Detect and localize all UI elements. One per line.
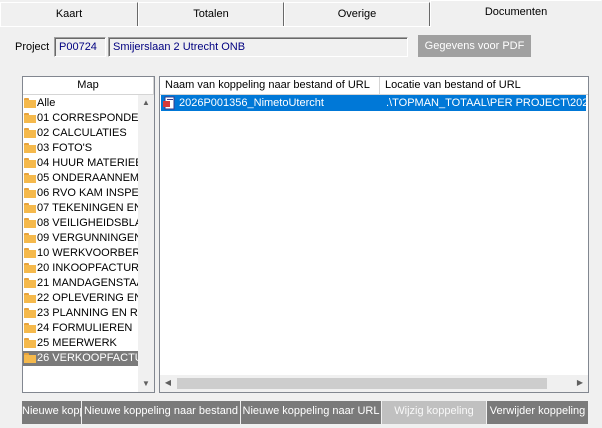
folder-icon xyxy=(24,233,36,243)
folder-label: 22 OPLEVERING EN GARANTIE xyxy=(37,292,139,304)
table-row[interactable]: 2026P001356_NimetoUtercht .\TOPMAN_TOTAA… xyxy=(161,95,586,111)
folder-item[interactable]: 04 HUUR MATERIEEL xyxy=(23,156,139,171)
edit-link-button[interactable]: Wijzig koppeling xyxy=(382,401,487,424)
folder-icon xyxy=(24,278,36,288)
project-name-field[interactable]: Smijerslaan 2 Utrecht ONB xyxy=(108,37,408,57)
folder-icon xyxy=(24,188,36,198)
scroll-thumb[interactable] xyxy=(177,378,547,389)
folder-icon xyxy=(24,203,36,213)
folder-item[interactable]: 10 WERKVOORBEREIDING xyxy=(23,246,139,261)
new-file-link-button[interactable]: Nieuwe koppeling naar bestand xyxy=(82,401,241,424)
folder-list: Alle 01 CORRESPONDENTIE 02 CALCULATIES 03 F… xyxy=(23,96,139,392)
folder-item[interactable]: 26 VERKOOPFACTUREN xyxy=(23,351,139,366)
folder-item[interactable]: 06 RVO KAM INSPECTIE xyxy=(23,186,139,201)
tab-overige-label: Overige xyxy=(337,8,377,20)
folder-label: 23 PLANNING EN ROUTE xyxy=(37,307,139,319)
folder-icon xyxy=(24,173,36,183)
document-link-icon xyxy=(163,96,175,110)
tab-totalen-label: Totalen xyxy=(193,8,229,20)
new-url-link-button[interactable]: Nieuwe koppeling naar URL xyxy=(241,401,382,424)
folder-icon xyxy=(24,128,36,138)
folder-label: Alle xyxy=(37,97,56,109)
scroll-down-icon[interactable]: ▼ xyxy=(138,376,154,392)
folder-item[interactable]: 05 ONDERAANNEMERS xyxy=(23,171,139,186)
tab-totalen[interactable]: Totalen xyxy=(138,2,284,26)
folder-label: 07 TEKENINGEN EN BESTEK xyxy=(37,202,139,214)
folder-item[interactable]: 07 TEKENINGEN EN BESTEK xyxy=(23,201,139,216)
folder-label: 01 CORRESPONDENTIE xyxy=(37,112,139,124)
folder-icon xyxy=(24,98,36,108)
folder-icon xyxy=(24,218,36,228)
name-column-header[interactable]: Naam van koppeling naar bestand of URL xyxy=(160,77,380,95)
tab-documenten[interactable]: Documenten xyxy=(430,0,602,27)
folder-icon xyxy=(24,113,36,123)
new-link-button[interactable]: Nieuwe koppeling xyxy=(22,401,82,424)
folder-label: 05 ONDERAANNEMERS xyxy=(37,172,139,184)
folder-icon xyxy=(24,323,36,333)
folder-item[interactable]: 20 INKOOPFACTUREN xyxy=(23,261,139,276)
document-name-cell: 2026P001356_NimetoUtercht xyxy=(179,97,324,109)
folder-item[interactable]: 01 CORRESPONDENTIE xyxy=(23,111,139,126)
tab-strip: Kaart Totalen Overige Documenten xyxy=(0,0,602,27)
folder-item[interactable]: 08 VEILIGHEIDSBLADEN xyxy=(23,216,139,231)
project-label: Project xyxy=(15,41,50,53)
scroll-right-icon[interactable]: ▶ xyxy=(572,375,588,391)
folder-icon xyxy=(24,143,36,153)
folder-label: 08 VEILIGHEIDSBLADEN xyxy=(37,217,139,229)
folder-icon xyxy=(24,308,36,318)
folder-icon xyxy=(24,248,36,258)
tab-overige[interactable]: Overige xyxy=(284,2,430,26)
folder-label: 04 HUUR MATERIEEL xyxy=(37,157,139,169)
folder-label: 06 RVO KAM INSPECTIE xyxy=(37,187,139,199)
folder-label: 09 VERGUNNINGEN xyxy=(37,232,139,244)
folder-label: 10 WERKVOORBEREIDING xyxy=(37,247,139,259)
scroll-left-icon[interactable]: ◀ xyxy=(160,375,176,391)
folder-item[interactable]: 09 VERGUNNINGEN xyxy=(23,231,139,246)
folder-label: 24 FORMULIEREN xyxy=(37,322,133,334)
folder-item[interactable]: 21 MANDAGENSTAATEN xyxy=(23,276,139,291)
folder-label: 02 CALCULATIES xyxy=(37,127,127,139)
document-location-cell: .\TOPMAN_TOTAAL\PER PROJECT\2025\P00724 xyxy=(386,97,586,109)
map-column-header[interactable]: Map xyxy=(23,77,154,95)
folder-label: 20 INKOOPFACTUREN xyxy=(37,262,139,274)
map-list[interactable]: Map Alle 01 CORRESPONDENTIE 02 CALCULATIES… xyxy=(22,76,155,393)
folder-item[interactable]: 02 CALCULATIES xyxy=(23,126,139,141)
folder-label: 21 MANDAGENSTAATEN xyxy=(37,277,139,289)
folder-icon xyxy=(24,158,36,168)
pdf-data-button[interactable]: Gegevens voor PDF xyxy=(418,35,531,57)
tab-kaart[interactable]: Kaart xyxy=(0,2,138,26)
map-scrollbar[interactable]: ▲ ▼ xyxy=(138,95,154,392)
folder-item[interactable]: 24 FORMULIEREN xyxy=(23,321,139,336)
folder-item[interactable]: 22 OPLEVERING EN GARANTIE xyxy=(23,291,139,306)
folder-icon xyxy=(24,263,36,273)
scroll-up-icon[interactable]: ▲ xyxy=(138,95,154,111)
delete-link-button[interactable]: Verwijder koppeling xyxy=(487,401,589,424)
folder-item[interactable]: 23 PLANNING EN ROUTE xyxy=(23,306,139,321)
location-column-header[interactable]: Locatie van bestand of URL xyxy=(380,77,588,95)
folder-label: 03 FOTO'S xyxy=(37,142,93,154)
documents-list[interactable]: Naam van koppeling naar bestand of URL L… xyxy=(159,76,589,393)
folder-item[interactable]: 25 MEERWERK xyxy=(23,336,139,351)
tab-kaart-label: Kaart xyxy=(55,8,83,20)
folder-item[interactable]: 03 FOTO'S xyxy=(23,141,139,156)
folder-icon xyxy=(24,338,36,348)
folder-label: 26 VERKOOPFACTUREN xyxy=(37,352,139,364)
project-code-field[interactable]: P00724 xyxy=(54,37,106,57)
folder-icon xyxy=(24,353,36,363)
folder-label: 25 MEERWERK xyxy=(37,337,117,349)
folder-item[interactable]: Alle xyxy=(23,96,139,111)
folder-icon xyxy=(24,293,36,303)
documents-hscrollbar[interactable]: ◀ ▶ xyxy=(160,375,588,392)
tab-documenten-label: Documenten xyxy=(484,6,548,18)
